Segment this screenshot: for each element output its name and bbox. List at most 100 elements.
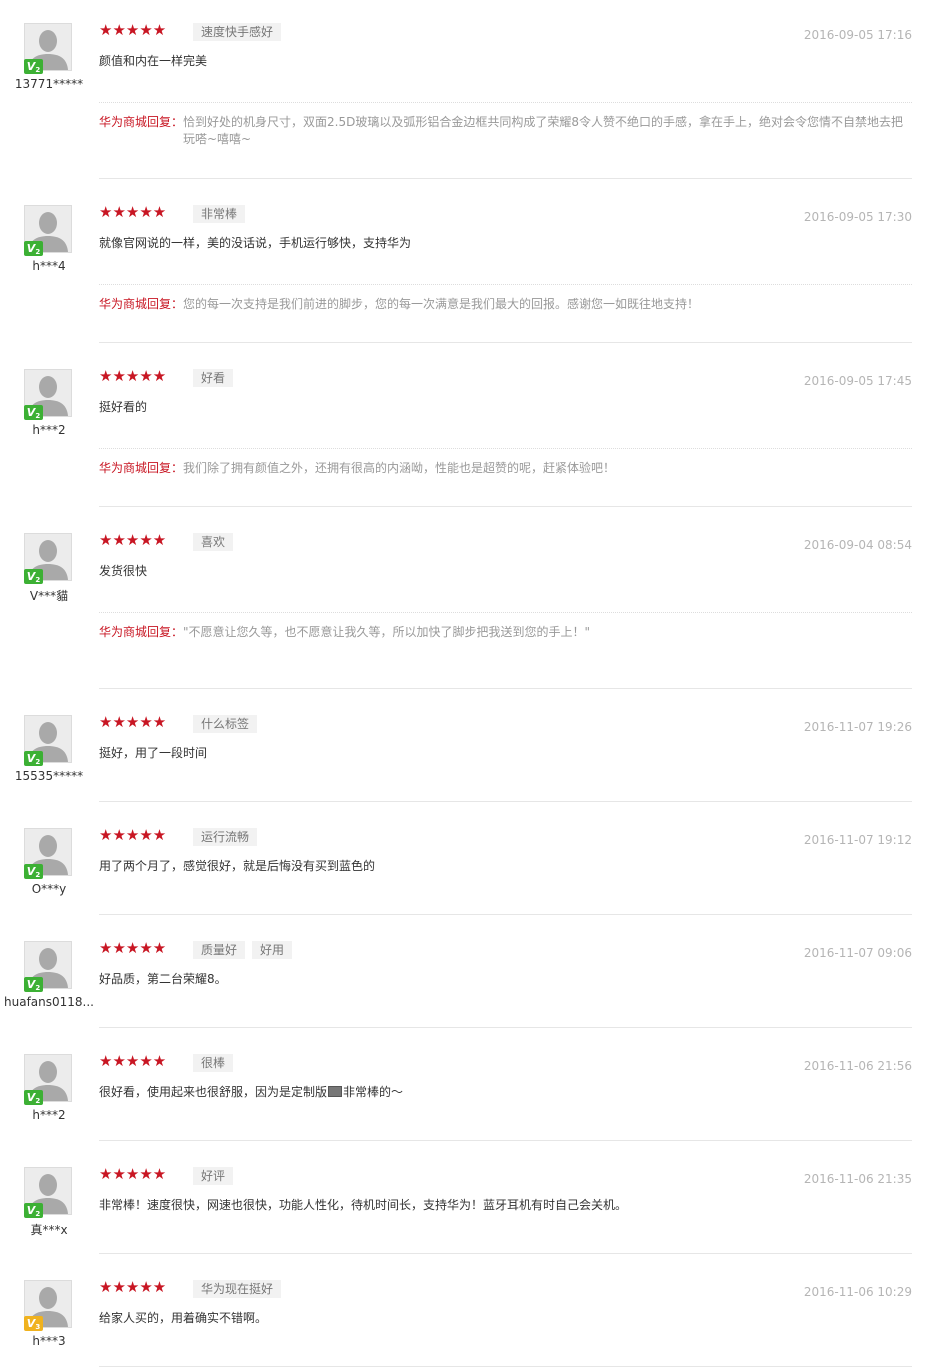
review-item: V2 h***2 ★★★★★ 好看 2016-09-05 17:45 挺好看的 华为商城回复… [0, 367, 936, 507]
review-comment-text: 给家人买的，用着确实不错啊。 [99, 1311, 268, 1325]
review-tags: 华为现在挺好 [193, 1280, 288, 1298]
inline-emoji-icon [328, 1086, 343, 1097]
review-comment-text: 用了两个月了，感觉很好，就是后悔没有买到蓝色的 [99, 859, 376, 873]
username: h***4 [32, 259, 66, 273]
level-number: 2 [35, 871, 41, 879]
review-tag: 质量好 [193, 941, 246, 959]
review-tag: 速度快手感好 [193, 23, 282, 41]
merchant-reply-label: 华为商城回复： [99, 115, 184, 129]
review-item: V2 13771***** ★★★★★ 速度快手感好 2016-09-05 17:16 颜… [0, 21, 936, 179]
reply-divider [99, 612, 912, 613]
review-tags: 好看 [193, 369, 240, 387]
review-date: 2016-09-05 17:16 [803, 28, 912, 42]
merchant-reply: 华为商城回复： 您的每一次支持是我们前进的脚步，您的每一次满意是我们最大的回报。感… [99, 296, 912, 313]
review-tags: 速度快手感好 [193, 23, 288, 41]
level-number: 2 [35, 66, 41, 74]
review-tag: 华为现在挺好 [193, 1280, 282, 1298]
level-number: 3 [35, 1323, 41, 1331]
review-tags: 很棒 [193, 1054, 240, 1072]
level-number: 2 [35, 758, 41, 766]
review-comment-text: 发货很快 [99, 564, 148, 578]
review-comment: 颜值和内在一样完美 [99, 52, 899, 70]
review-comment: 挺好看的 [99, 398, 899, 416]
level-number: 2 [35, 1210, 41, 1218]
review-divider [99, 688, 912, 689]
review-tag: 好看 [193, 369, 234, 387]
level-number: 2 [35, 1097, 41, 1105]
review-divider [99, 1027, 912, 1028]
review-tag: 非常棒 [193, 205, 246, 223]
review-date: 2016-11-07 19:26 [803, 720, 912, 734]
merchant-reply-label: 华为商城回复： [99, 461, 184, 475]
review-item: V2 15535***** ★★★★★ 什么标签 2016-11-07 19:26 挺好，… [0, 713, 936, 802]
merchant-reply: 华为商城回复： 恰到好处的机身尺寸，双面2.5D玻璃以及弧形铝合金边框共同构成了荣… [99, 114, 912, 148]
reply-divider [99, 448, 912, 449]
username: O***y [31, 882, 67, 896]
review-date: 2016-11-07 19:12 [803, 833, 912, 847]
review-date: 2016-11-06 10:29 [803, 1285, 912, 1299]
merchant-reply-label: 华为商城回复： [99, 625, 184, 639]
user-level-badge: V2 [24, 241, 43, 256]
review-date: 2016-11-07 09:06 [803, 946, 912, 960]
review-comment-text: 挺好，用了一段时间 [99, 746, 208, 760]
review-comment: 给家人买的，用着确实不错啊。 [99, 1309, 899, 1327]
rating-stars: ★★★★★ [99, 1052, 167, 1070]
merchant-reply-text: 您的每一次支持是我们前进的脚步，您的每一次满意是我们最大的回报。感谢您一如既往地… [183, 297, 700, 311]
rating-stars: ★★★★★ [99, 1278, 167, 1296]
review-divider [99, 914, 912, 915]
review-tag: 运行流畅 [193, 828, 258, 846]
review-tag: 喜欢 [193, 533, 234, 551]
level-number: 2 [35, 248, 41, 256]
user-level-badge: V2 [24, 864, 43, 879]
username: 13771***** [14, 77, 84, 91]
review-tags: 运行流畅 [193, 828, 264, 846]
review-item: V3 h***3 ★★★★★ 华为现在挺好 2016-11-06 10:29 给家人买的，… [0, 1278, 936, 1367]
user-level-badge: V2 [24, 1203, 43, 1218]
review-comment: 用了两个月了，感觉很好，就是后悔没有买到蓝色的 [99, 857, 899, 875]
review-tags: 什么标签 [193, 715, 264, 733]
review-comment-text: 就像官网说的一样，美的没话说，手机运行够快，支持华为 [99, 236, 412, 250]
review-item: V2 h***2 ★★★★★ 很棒 2016-11-06 21:56 很好看，使用起来也很… [0, 1052, 936, 1141]
review-tags: 非常棒 [193, 205, 252, 223]
review-tags: 质量好 好用 [193, 941, 299, 959]
user-level-badge: V2 [24, 405, 43, 420]
reply-divider [99, 102, 912, 103]
merchant-reply: 华为商城回复： "不愿意让您久等，也不愿意让我久等，所以加快了脚步把我送到您的手上… [99, 624, 912, 641]
review-comment-tail: 非常棒的～ [343, 1085, 404, 1099]
user-level-badge: V3 [24, 1316, 43, 1331]
review-date: 2016-09-05 17:30 [803, 210, 912, 224]
review-divider [99, 1366, 912, 1367]
review-date: 2016-09-04 08:54 [803, 538, 912, 552]
review-comment-text: 好品质，第二台荣耀8。 [99, 972, 227, 986]
user-level-badge: V2 [24, 977, 43, 992]
review-divider [99, 506, 912, 507]
review-comment-text: 很好看，使用起来也很舒服，因为是定制版 [99, 1085, 328, 1099]
rating-stars: ★★★★★ [99, 826, 167, 844]
user-level-badge: V2 [24, 569, 43, 584]
review-tag: 什么标签 [193, 715, 258, 733]
review-item: V2 O***y ★★★★★ 运行流畅 2016-11-07 19:12 用了两个月了，感… [0, 826, 936, 915]
review-tags: 好评 [193, 1167, 240, 1185]
review-tag: 好用 [252, 941, 293, 959]
username: 15535***** [14, 769, 84, 783]
review-tag: 很棒 [193, 1054, 234, 1072]
review-comment: 发货很快 [99, 562, 899, 580]
username: 真***x [30, 1223, 68, 1237]
merchant-reply-text: 恰到好处的机身尺寸，双面2.5D玻璃以及弧形铝合金边框共同构成了荣耀8令人赞不绝… [183, 115, 903, 146]
review-divider [99, 1140, 912, 1141]
rating-stars: ★★★★★ [99, 203, 167, 221]
review-comment: 很好看，使用起来也很舒服，因为是定制版 非常棒的～ [99, 1083, 899, 1101]
rating-stars: ★★★★★ [99, 21, 167, 39]
user-level-badge: V2 [24, 59, 43, 74]
level-number: 2 [35, 576, 41, 584]
review-date: 2016-09-05 17:45 [803, 374, 912, 388]
merchant-reply: 华为商城回复： 我们除了拥有颜值之外，还拥有很高的内涵呦，性能也是超赞的呢，赶紧体… [99, 460, 912, 477]
review-divider [99, 801, 912, 802]
username: h***3 [32, 1334, 66, 1348]
review-divider [99, 342, 912, 343]
review-date: 2016-11-06 21:35 [803, 1172, 912, 1186]
review-comment: 就像官网说的一样，美的没话说，手机运行够快，支持华为 [99, 234, 899, 252]
level-number: 2 [35, 412, 41, 420]
level-number: 2 [35, 984, 41, 992]
review-comment-text: 颜值和内在一样完美 [99, 54, 208, 68]
